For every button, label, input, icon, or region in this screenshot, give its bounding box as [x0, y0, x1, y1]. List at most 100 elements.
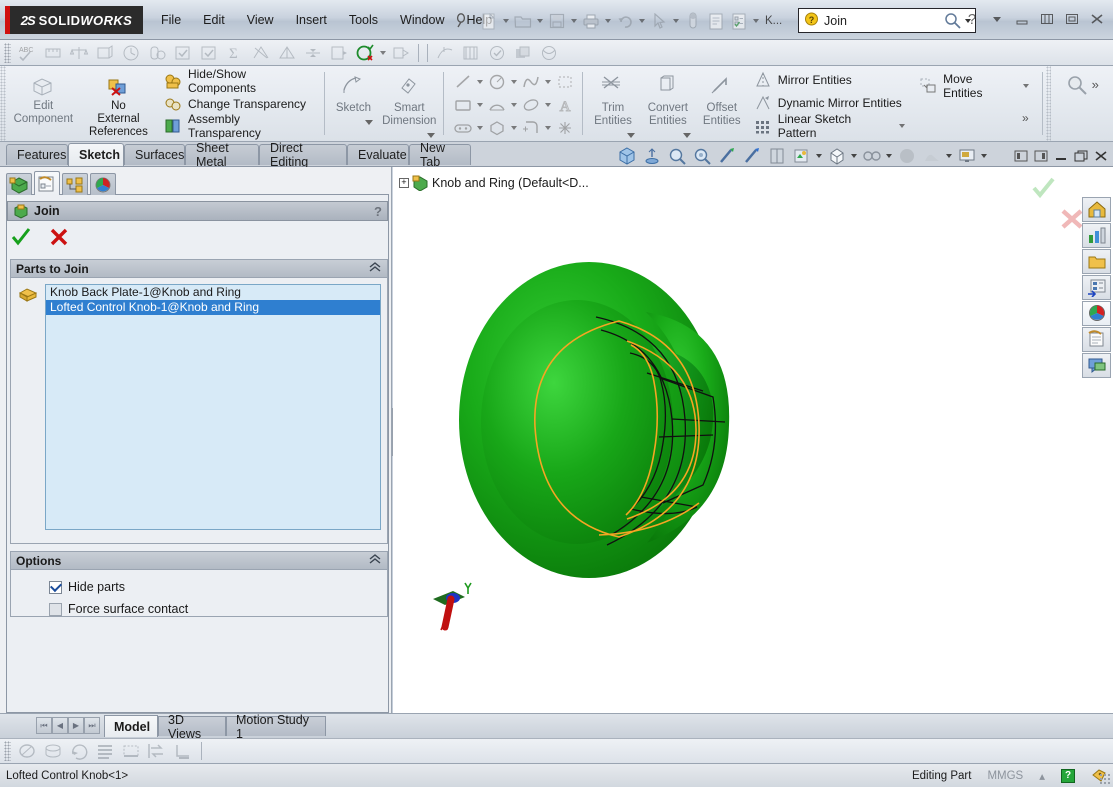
- confirm-ok-icon[interactable]: [1031, 177, 1057, 202]
- tab-3d-views[interactable]: 3D Views: [158, 713, 226, 741]
- overflow-label[interactable]: K...: [762, 15, 785, 27]
- appearances-scenes-icon[interactable]: [1082, 301, 1111, 326]
- close-icon[interactable]: [1087, 10, 1107, 28]
- next-tab-button[interactable]: ▶: [68, 717, 84, 734]
- menu-view[interactable]: View: [236, 11, 285, 29]
- ribbon-expand-chevron[interactable]: »: [1092, 74, 1099, 92]
- restore-icon[interactable]: [1037, 10, 1057, 28]
- toggle-icon[interactable]: [144, 740, 170, 763]
- polygon-caret[interactable]: [509, 126, 519, 130]
- edit-appearance-icon[interactable]: [859, 145, 884, 167]
- cancel-button[interactable]: [48, 226, 70, 248]
- open-icon[interactable]: [512, 9, 534, 33]
- undo-icon[interactable]: [614, 9, 636, 33]
- force-surface-contact-option[interactable]: Force surface contact: [17, 598, 381, 620]
- compare-documents-icon[interactable]: [388, 41, 414, 65]
- arc-icon[interactable]: [485, 95, 509, 115]
- tab-sheet-metal[interactable]: Sheet Metal: [185, 141, 259, 169]
- measure-icon[interactable]: [40, 41, 66, 65]
- configuration-manager-tab[interactable]: [62, 173, 88, 195]
- last-tab-button[interactable]: ⏭: [84, 717, 100, 734]
- property-manager-help-icon[interactable]: ?: [374, 204, 382, 219]
- circle-icon[interactable]: [485, 72, 509, 92]
- spline-caret[interactable]: [543, 80, 553, 84]
- mass-properties-icon[interactable]: [66, 41, 92, 65]
- ribbon-search-icon[interactable]: [1066, 74, 1088, 99]
- search-box[interactable]: ? Join: [798, 8, 976, 33]
- ellipse-icon[interactable]: [519, 95, 543, 115]
- bottom-toolbar-grip[interactable]: [4, 741, 11, 761]
- change-transparency-item[interactable]: Change Transparency: [164, 94, 317, 113]
- hide-show-items-icon[interactable]: [789, 145, 814, 167]
- search-input[interactable]: Join: [824, 14, 944, 28]
- help-question-icon[interactable]: ?: [962, 10, 982, 28]
- file-explorer-icon[interactable]: [1082, 249, 1111, 274]
- slot-caret[interactable]: [475, 126, 485, 130]
- no-external-references-button[interactable]: No External References: [81, 66, 156, 141]
- view-orientation-icon[interactable]: [739, 145, 764, 167]
- linear-sketch-pattern-caret[interactable]: [899, 124, 906, 128]
- check2-icon[interactable]: [196, 41, 222, 65]
- geometry-analysis-icon[interactable]: [248, 41, 274, 65]
- apply-scene-icon[interactable]: [919, 145, 944, 167]
- parts-to-join-header[interactable]: Parts to Join: [11, 260, 387, 278]
- list-item[interactable]: Lofted Control Knob-1@Knob and Ring: [46, 300, 380, 315]
- trim-entities-button[interactable]: Trim Entities: [586, 66, 640, 141]
- symmetry-check-icon[interactable]: [300, 41, 326, 65]
- hide-parts-option[interactable]: Hide parts: [17, 576, 381, 598]
- spline-icon[interactable]: [519, 72, 543, 92]
- force-surface-contact-checkbox[interactable]: [49, 602, 62, 616]
- print-caret[interactable]: [603, 9, 613, 33]
- assembly-transparency-item[interactable]: Assembly Transparency: [164, 112, 317, 140]
- view-settings-icon[interactable]: [954, 145, 979, 167]
- curvature-icon[interactable]: [432, 41, 458, 65]
- save-caret[interactable]: [569, 9, 579, 33]
- no-preview-icon[interactable]: [40, 740, 66, 763]
- spell-checker-icon[interactable]: ABC: [14, 41, 40, 65]
- circle-caret[interactable]: [509, 80, 519, 84]
- rotate-icon[interactable]: [66, 740, 92, 763]
- section-view-icon[interactable]: [714, 145, 739, 167]
- linear-sketch-pattern-item[interactable]: Linear Sketch Pattern: [754, 112, 911, 140]
- previous-tab-button[interactable]: ◀: [52, 717, 68, 734]
- expand-icon[interactable]: +: [399, 178, 409, 188]
- tab-model[interactable]: Model: [104, 715, 158, 737]
- performance-evaluation-icon[interactable]: [144, 41, 170, 65]
- ellipse-caret[interactable]: [543, 103, 553, 107]
- sketch-dropdown-caret[interactable]: [364, 115, 378, 134]
- file-properties-icon[interactable]: [705, 9, 727, 33]
- maximize-icon[interactable]: [1062, 10, 1082, 28]
- tab-features[interactable]: Features: [6, 144, 68, 165]
- section-properties-icon[interactable]: [92, 41, 118, 65]
- ribbon-overflow[interactable]: »: [919, 99, 1035, 125]
- menu-file[interactable]: File: [150, 11, 192, 29]
- ok-button[interactable]: [10, 226, 32, 248]
- display-state-caret[interactable]: [849, 145, 859, 167]
- status-units[interactable]: MMGS: [987, 770, 1023, 782]
- sketch-button[interactable]: Sketch: [328, 66, 378, 141]
- options-collapse-icon[interactable]: [368, 554, 382, 567]
- green-check-x-icon[interactable]: [352, 41, 378, 65]
- polygon-icon[interactable]: [485, 118, 509, 138]
- zoom-to-fit-icon[interactable]: [614, 145, 639, 167]
- tab-evaluate[interactable]: Evaluate: [347, 144, 409, 165]
- close-doc-icon[interactable]: [1091, 146, 1111, 166]
- point-icon[interactable]: [553, 118, 577, 138]
- model-3d-view[interactable]: [441, 257, 781, 587]
- sw-resources-icon[interactable]: [1082, 197, 1111, 222]
- check-entity-icon[interactable]: [484, 41, 510, 65]
- sw-forum-icon[interactable]: [1082, 353, 1111, 378]
- pushpin-icon[interactable]: [452, 11, 470, 29]
- tab-surfaces[interactable]: Surfaces: [124, 144, 185, 165]
- options-icon[interactable]: [728, 9, 750, 33]
- shaded-sketch-contours-icon[interactable]: [14, 740, 40, 763]
- thickness-analysis-icon[interactable]: [510, 41, 536, 65]
- move-entities-item[interactable]: Move Entities: [919, 72, 1035, 100]
- hide-show-items-caret[interactable]: [814, 145, 824, 167]
- menu-window[interactable]: Window: [389, 11, 455, 29]
- restore-panel-icon[interactable]: [1011, 146, 1031, 166]
- options-caret[interactable]: [751, 9, 761, 33]
- property-manager-tab[interactable]: [34, 171, 60, 195]
- design-library-icon[interactable]: [1082, 223, 1111, 248]
- tab-new-tab[interactable]: New Tab: [409, 141, 471, 169]
